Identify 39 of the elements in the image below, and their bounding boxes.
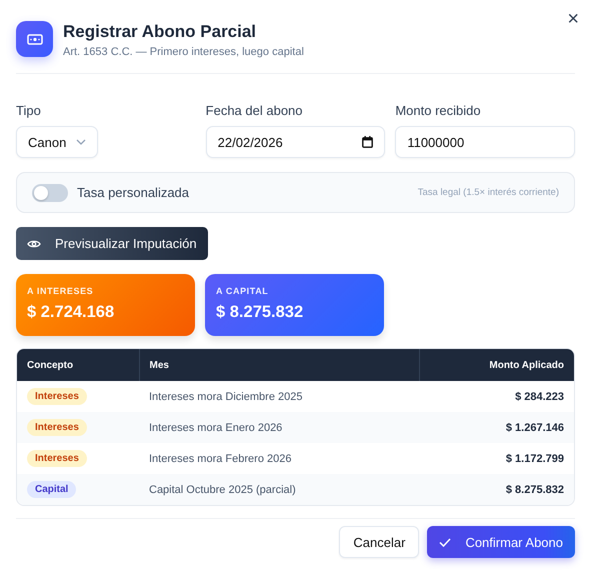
column-header: Concepto: [27, 360, 74, 370]
dialog-title: Registrar Abono Parcial: [63, 22, 258, 42]
concept-tag: Capital: [27, 481, 76, 498]
chevron-down-icon: [76, 139, 86, 145]
dialog-subtitle: Art. 1653 C.C. — Primero intereses, luego capital: [63, 46, 304, 58]
confirm-button[interactable]: Confirmar Abono: [427, 526, 575, 558]
month-cell: Intereses mora Enero 2026: [149, 422, 282, 434]
amount-cell: $ 1.172.799: [506, 452, 564, 464]
eye-icon: [27, 238, 41, 248]
concept-tag: Intereses: [27, 419, 87, 436]
month-cell: Intereses mora Febrero 2026: [149, 452, 292, 464]
field-label: Fecha del abono: [206, 103, 303, 118]
rate-hint: Tasa legal (1.5× interés corriente): [418, 187, 559, 198]
preview-button[interactable]: Previsualizar Imputación: [16, 227, 208, 260]
date-field[interactable]: 22/02/2026: [206, 126, 386, 158]
month-cell: Capital Octubre 2025 (parcial): [149, 484, 296, 496]
amount-field[interactable]: 11000000: [395, 126, 575, 158]
type-select[interactable]: Canon: [16, 126, 98, 158]
column-header: Mes: [150, 360, 169, 370]
concept-tag: Intereses: [27, 450, 87, 467]
amount-cell: $ 8.275.832: [506, 484, 564, 496]
month-cell: Intereses mora Diciembre 2025: [149, 390, 302, 402]
total-amount: $ 2.724.168: [27, 303, 116, 322]
total-amount: $ 8.275.832: [216, 303, 304, 322]
column-header: Monto Aplicado: [489, 360, 564, 370]
total-label: A CAPITAL: [216, 286, 270, 296]
toggle-label: Tasa personalizada: [77, 185, 190, 200]
close-button[interactable]: ×: [565, 9, 581, 29]
amount-cell: $ 1.267.146: [506, 422, 564, 434]
total-label: A INTERESES: [27, 286, 94, 296]
banknote-icon: [26, 34, 42, 44]
field-label: Tipo: [16, 103, 41, 118]
cancel-button[interactable]: Cancelar: [339, 526, 420, 558]
check-icon: [439, 538, 452, 546]
toggle-switch[interactable]: [32, 184, 68, 202]
concept-tag: Intereses: [27, 388, 87, 405]
field-label: Monto recibido: [395, 103, 481, 118]
amount-cell: $ 284.223: [515, 390, 564, 402]
calendar-icon: [362, 136, 374, 148]
